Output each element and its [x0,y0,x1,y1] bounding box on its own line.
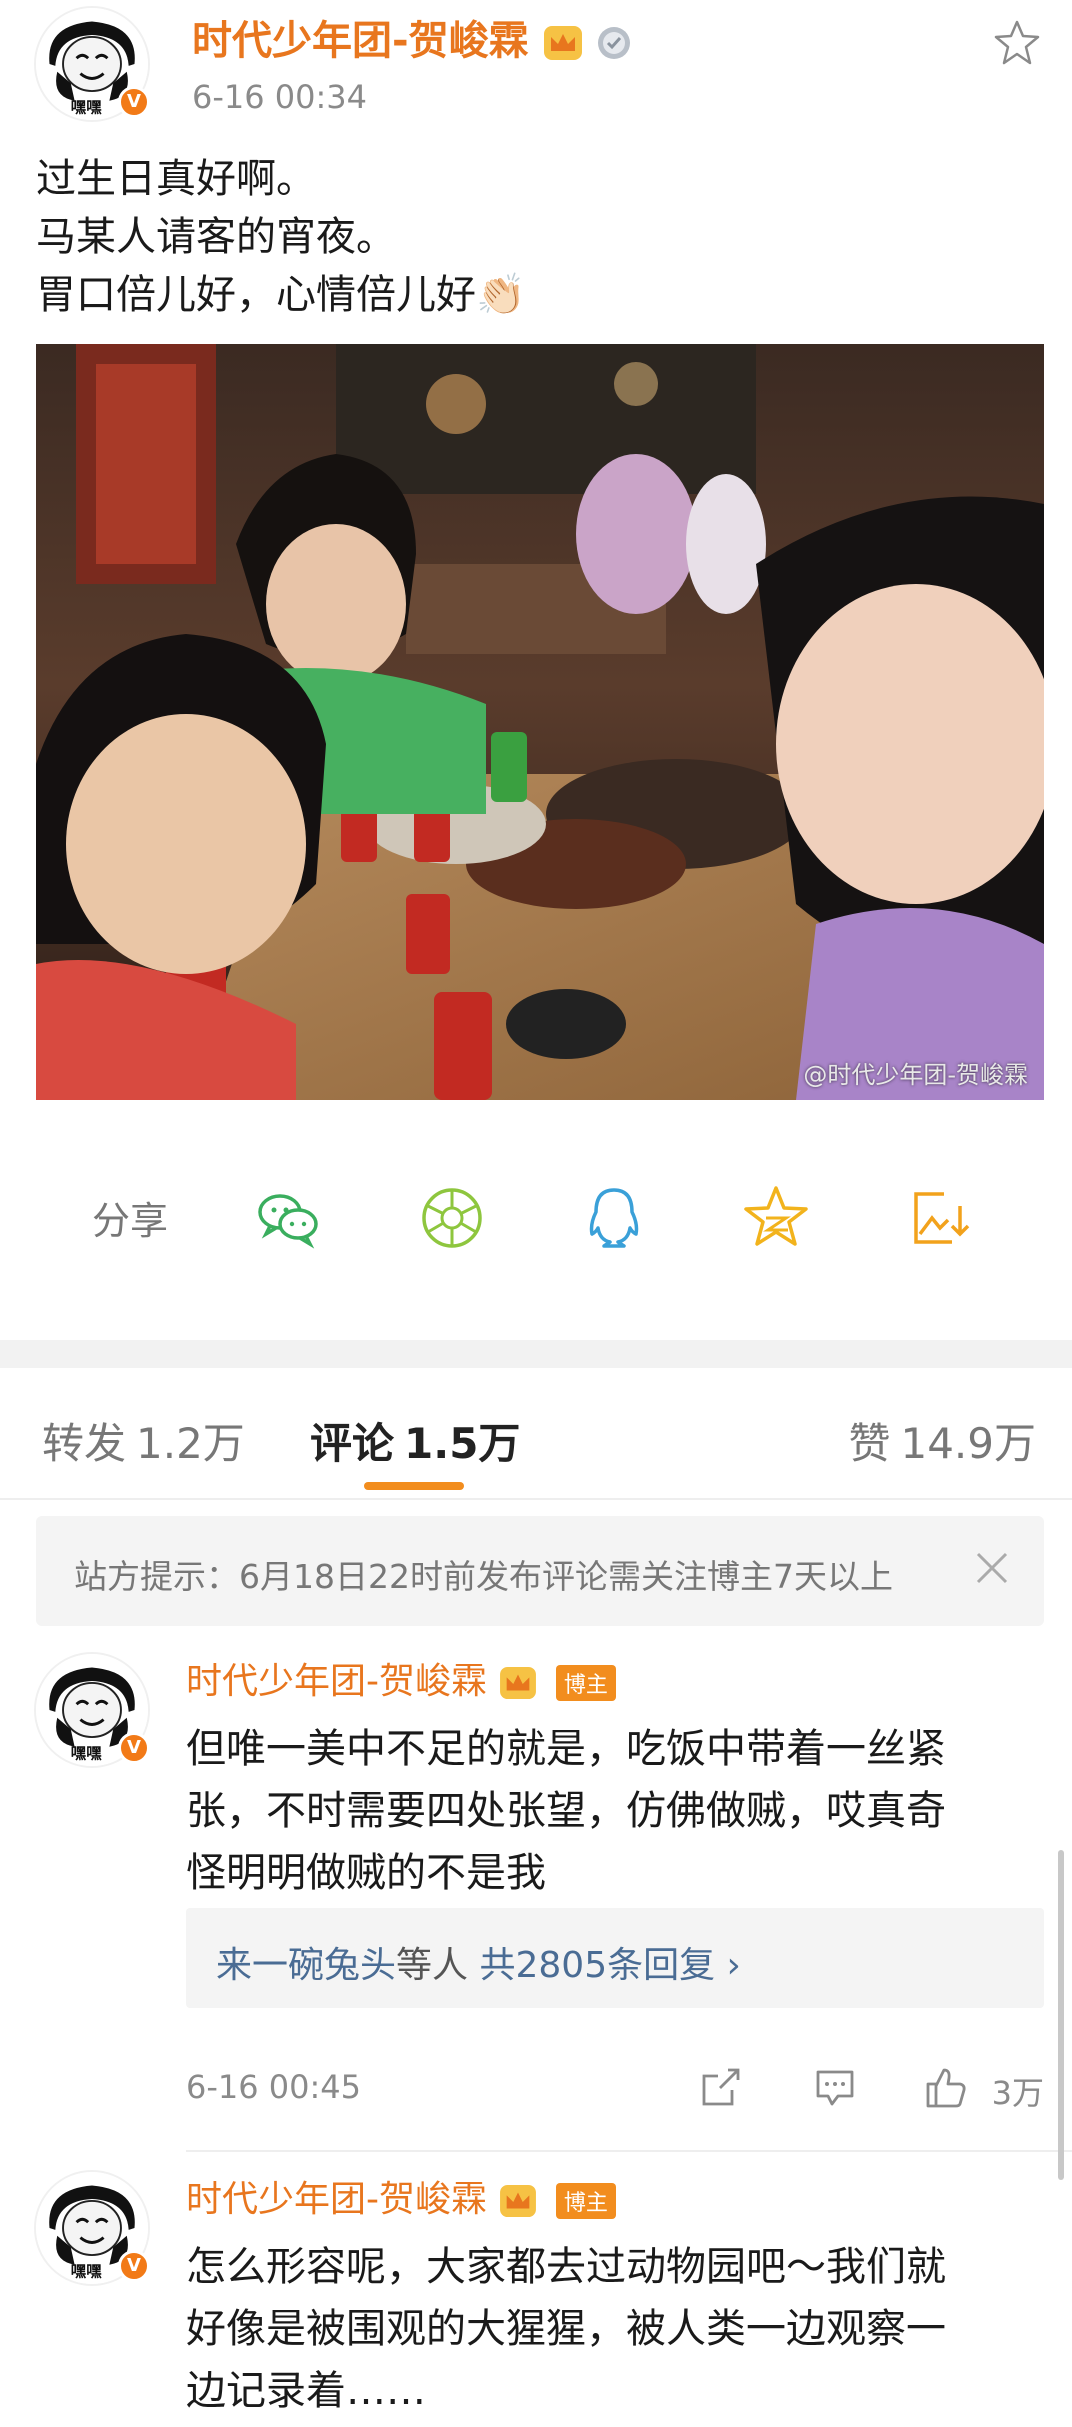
reply-user[interactable]: 来一碗兔头 [216,1945,396,1986]
post-photo[interactable]: @时代少年团-贺峻霖 [36,344,1044,1100]
comment-author-name: 时代少年团-贺峻霖 [186,1661,487,1702]
section-separator [0,1340,1072,1368]
post-line: 胃口倍儿好，心情倍儿好👏🏻 [36,272,526,318]
tab-comments-count: 1.5万 [404,1419,521,1468]
site-notice: 站方提示：6月18日22时前发布评论需关注博主7天以上 [36,1516,1044,1626]
replies-summary: 来一碗兔头等人 共2805条回复 › [216,1936,741,1988]
post-time: 6-16 00:34 [192,78,368,116]
engagement-tabs: 转发 1.2万 评论 1.5万 赞 14.9万 [0,1368,1072,1500]
site-notice-text: 站方提示：6月18日22时前发布评论需关注博主7天以上 [74,1557,893,1596]
close-icon[interactable] [970,1546,1014,1590]
share-bar: 分享 [0,1160,1072,1270]
comment-meta: 6-16 00:45 3万 [186,2064,1044,2114]
comment-line: 好像是被围观的大猩猩，被人类一边观察一 [186,2306,946,2352]
qq-icon[interactable] [578,1182,650,1254]
post-header: 嘿嘿 V 时代少年团-贺峻霖 6-16 00:34 [0,0,1072,140]
comment-like-count: 3万 [991,2074,1044,2112]
author-tag-badge: 博主 [555,2183,616,2219]
comment-line: 怪明明做贼的不是我 [186,1850,546,1896]
comment-line: 张，不时需要四处张望，仿佛做贼，哎真奇 [186,1788,946,1834]
verified-badge-icon: V [118,86,150,118]
comment-text: 怎么形容呢，大家都去过动物园吧～我们就 好像是被围观的大猩猩，被人类一边观察一 … [186,2236,1046,2422]
svg-text:嘿嘿: 嘿嘿 [71,1744,102,1762]
comment-line: 但唯一美中不足的就是，吃饭中带着一丝紧 [186,1726,946,1772]
comment-time: 6-16 00:45 [186,2068,362,2106]
verified-badge-icon: V [118,2250,150,2282]
favorite-star-icon[interactable] [992,18,1042,68]
comment-divider [186,2150,1072,2152]
post-line: 马某人请客的宵夜。 [36,214,396,260]
repost-icon[interactable] [698,2064,744,2110]
moments-icon[interactable] [416,1182,488,1254]
comment-line: 怎么形容呢，大家都去过动物园吧～我们就 [186,2244,946,2290]
tab-comments[interactable]: 评论 1.5万 [310,1410,520,1471]
share-label: 分享 [92,1199,169,1243]
post-text: 过生日真好啊。 马某人请客的宵夜。 胃口倍儿好，心情倍儿好👏🏻 [36,150,1036,324]
reply-count[interactable]: 共2805条回复 › [479,1945,740,1986]
vip-crown-icon [500,1666,537,1700]
author-tag-badge: 博主 [555,1665,616,1701]
comment-line: 边记录着…… [186,2368,426,2414]
svg-text:嘿嘿: 嘿嘿 [71,2262,102,2280]
scrollbar[interactable] [1058,1850,1064,2180]
photo-watermark: @时代少年团-贺峻霖 [803,1061,1028,1089]
reply-icon[interactable] [812,2064,858,2110]
comment-author-name: 时代少年团-贺峻霖 [186,2179,487,2220]
medal-icon [598,27,631,59]
tab-likes-label: 赞 [848,1419,891,1468]
author-name-text: 时代少年团-贺峻霖 [192,18,529,64]
wechat-icon[interactable] [252,1182,324,1254]
save-image-icon[interactable] [904,1182,976,1254]
qzone-icon[interactable] [740,1182,812,1254]
active-tab-indicator [364,1482,464,1490]
tab-likes-count: 14.9万 [900,1419,1036,1468]
vip-crown-icon [500,2184,537,2218]
comment-author[interactable]: 时代少年团-贺峻霖 博主 [186,2170,616,2222]
selfie-photo-image [36,344,1044,1100]
vip-crown-icon [543,26,582,60]
replies-preview[interactable]: 来一碗兔头等人 共2805条回复 › [186,1908,1044,2008]
comment-text: 但唯一美中不足的就是，吃饭中带着一丝紧 张，不时需要四处张望，仿佛做贼，哎真奇 … [186,1718,1046,1904]
post-line: 过生日真好啊。 [36,156,316,202]
like-thumb-icon[interactable] [922,2064,968,2110]
svg-text:嘿嘿: 嘿嘿 [71,98,102,116]
author-name[interactable]: 时代少年团-贺峻霖 [192,8,632,66]
tab-likes[interactable]: 赞 14.9万 [848,1410,1036,1471]
comment-author[interactable]: 时代少年团-贺峻霖 博主 [186,1652,616,1704]
tab-comments-label: 评论 [310,1419,395,1468]
tab-repost-count: 1.2万 [136,1419,245,1468]
tab-repost[interactable]: 转发 1.2万 [42,1410,245,1471]
reply-mid-text: 等人 [396,1945,469,1986]
tab-repost-label: 转发 [42,1419,127,1468]
verified-badge-icon: V [118,1732,150,1764]
